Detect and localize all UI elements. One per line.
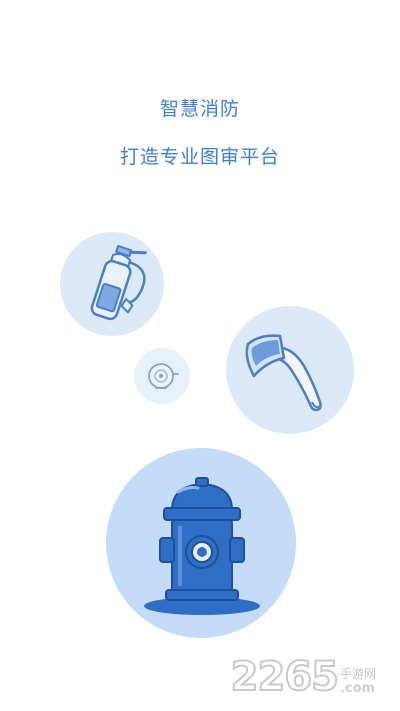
axe-icon — [245, 334, 322, 412]
intro-subtitle: 打造专业图审平台 — [119, 146, 280, 168]
fire-alarm-bell-icon — [148, 363, 179, 389]
watermark-number: 2265 — [230, 654, 340, 700]
fire-alarm-bubble — [134, 348, 190, 404]
fire-extinguisher-icon — [90, 245, 147, 321]
fire-hydrant-bubble — [106, 448, 296, 638]
watermark-suffix: .com — [339, 681, 376, 696]
fire-extinguisher-bubble — [60, 232, 164, 336]
fire-hydrant-icon — [144, 477, 260, 615]
site-watermark: 2265 手游网 .com — [230, 654, 376, 700]
intro-title: 智慧消防 — [159, 98, 240, 120]
axe-bubble — [226, 306, 354, 434]
watermark-site-name: 手游网 — [339, 667, 376, 681]
